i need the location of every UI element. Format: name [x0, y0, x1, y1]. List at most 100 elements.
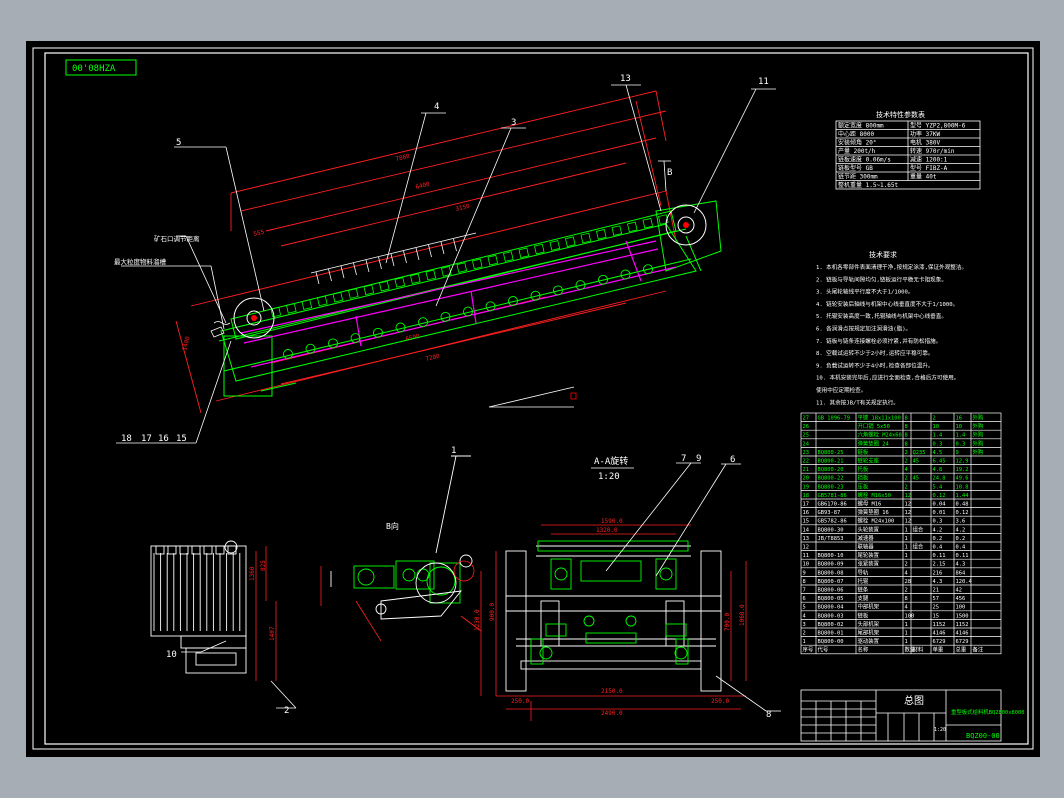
- bom-cell: 4.8: [933, 467, 943, 473]
- bom-cell: 1: [905, 639, 908, 645]
- bom-cell: BQ800-01: [818, 631, 844, 637]
- bom-header: 名称: [858, 646, 869, 654]
- bom-cell: 弹簧垫圈 16: [858, 508, 889, 516]
- railing-post: [340, 265, 345, 279]
- svg-text:900.0: 900.0: [489, 603, 496, 621]
- railing-post: [365, 259, 370, 273]
- bom-cell: BQ800-04: [818, 605, 844, 611]
- tech-param-cell: 型号 YZP2,800M-6: [910, 122, 966, 130]
- bom-cell: 120.4: [956, 579, 972, 585]
- bom-cell: 链板: [858, 611, 869, 619]
- bom-cell: 链条: [858, 586, 869, 594]
- balloon-10: 10: [166, 650, 177, 660]
- bom-cell: 头部机架: [858, 620, 880, 628]
- svg-text:700.0: 700.0: [724, 613, 731, 631]
- bom-cell: BQ800-05: [818, 596, 844, 602]
- tech-param-cell: 中心距 8000: [838, 130, 874, 138]
- bom-cell: 支腿: [858, 594, 869, 602]
- bom-cell: 18: [803, 493, 810, 499]
- bom-cell: 23: [803, 450, 810, 456]
- bom-cell: 17: [803, 502, 810, 508]
- tech-param-cell: 功率 37KW: [910, 130, 940, 138]
- bom-cell: 4.5: [933, 450, 943, 456]
- railing-post: [353, 262, 357, 276]
- side-view-lug: [215, 545, 225, 555]
- bom-cell: 13: [803, 536, 810, 542]
- bom-cell: 4146: [956, 631, 969, 637]
- bom-cell: BQ800-23: [818, 484, 844, 490]
- bom-cell: 1: [905, 553, 908, 559]
- balloon-1: 1: [451, 446, 456, 456]
- svg-text:555: 555: [253, 229, 266, 238]
- side-label-1: 矿石口调节距离: [154, 234, 200, 243]
- balloon-2: 2: [284, 706, 289, 716]
- guard-block: [379, 280, 390, 292]
- bom-header: 总重: [956, 646, 967, 654]
- bom-cell: 0.4: [956, 545, 966, 551]
- bottom-roller: [350, 333, 361, 344]
- side-view-lug: [155, 545, 165, 555]
- tech-req-line: 7. 链板与链条连接螺栓必须拧紧,并有防松措施。: [816, 337, 941, 345]
- tech-param-cell: 安装倾角 20°: [838, 139, 876, 147]
- tech-req-line: 4. 链轮安装后轴线与机架中心线垂直度不大于1/1000。: [816, 300, 958, 308]
- bom-cell: 11: [803, 553, 810, 559]
- svg-text:1230.0: 1230.0: [474, 609, 481, 631]
- guard-block: [503, 251, 514, 262]
- bom-cell: 12: [905, 519, 912, 525]
- bom-cell: BQ800-30: [818, 527, 844, 533]
- balloon-17: 17: [141, 434, 152, 444]
- bom-cell: 21: [803, 467, 810, 473]
- tech-param-cell: 链板速度 0.06m/s: [838, 156, 891, 164]
- bom-cell: 螺栓 M24x100: [858, 517, 895, 525]
- bom-cell: 42: [956, 588, 963, 594]
- guard-block: [410, 273, 421, 284]
- bom-cell: 驱动装置: [858, 637, 880, 645]
- bom-cell: 1: [905, 622, 908, 628]
- tech-req-line: 8. 空载试运转不少于2小时,运转应平稳可靠。: [816, 349, 934, 357]
- main-conveyor-view: 7860 6400 3150 6500 7200 555 1400 5 4 3 …: [114, 74, 776, 444]
- bom-cell: 外购: [973, 431, 984, 439]
- bom-cell: 1: [905, 536, 908, 542]
- bom-cell: 9: [956, 450, 959, 456]
- bom-cell: 六角螺栓 M24x60: [858, 431, 902, 439]
- bom-cell: 20: [803, 476, 810, 482]
- bom-header: 序号: [803, 646, 814, 654]
- tech-req-line: 3. 头尾轮轴线平行度不大于1/1000。: [816, 288, 913, 296]
- bom-cell: 3.6: [956, 519, 966, 525]
- svg-text:250.0: 250.0: [511, 698, 529, 705]
- bom-header: 代号: [818, 646, 829, 654]
- bom-cell: BQ800-06: [818, 588, 844, 594]
- tech-req-line: 2. 链板与导轨间隙均匀,链板运行平稳无卡阻现象。: [816, 275, 947, 283]
- title-drawing-name: 总图: [904, 694, 924, 707]
- bom-cell: 8: [803, 579, 806, 585]
- guard-block: [301, 299, 313, 310]
- title-product-name: 重型板式给料机BQZ800x8000: [951, 708, 1024, 716]
- cad-drawing-sheet: 00'08HZA 7860 6400 3150 6500 7200 555 14…: [26, 41, 1040, 757]
- bom-cell: 24: [803, 441, 810, 447]
- svg-text:250.0: 250.0: [711, 698, 729, 705]
- bom-cell: GB6170-86: [818, 502, 847, 508]
- bottom-roller: [328, 338, 338, 349]
- balloon-5: 5: [176, 138, 181, 148]
- bom-cell: 外购: [973, 422, 984, 430]
- balloon-13: 13: [620, 74, 631, 84]
- bom-cell: 12: [803, 545, 810, 551]
- balloon-15: 15: [176, 434, 187, 444]
- section-title: A-A旋转: [594, 455, 628, 467]
- bom-cell: 4.2: [956, 527, 966, 533]
- bom-cell: 8: [905, 416, 908, 422]
- bom-cell: 1: [905, 527, 908, 533]
- bom-header: 材料: [913, 646, 924, 654]
- bom-cell: 10.8: [956, 484, 969, 490]
- tech-req-line: 6. 各润滑点按规定加注润滑油(脂)。: [816, 325, 911, 333]
- bom-cell: 4146: [933, 631, 946, 637]
- svg-text:3150: 3150: [455, 203, 471, 213]
- balloon-7: 7: [681, 454, 686, 464]
- guard-block: [518, 247, 530, 259]
- bom-cell: JB/T8853: [818, 536, 844, 542]
- guard-block: [642, 217, 654, 229]
- bom-cell: GB5781-86: [818, 493, 847, 499]
- bom-cell: 21: [933, 588, 940, 594]
- bom-cell: 2: [803, 631, 806, 637]
- bom-cell: 尾轮装置: [858, 551, 880, 559]
